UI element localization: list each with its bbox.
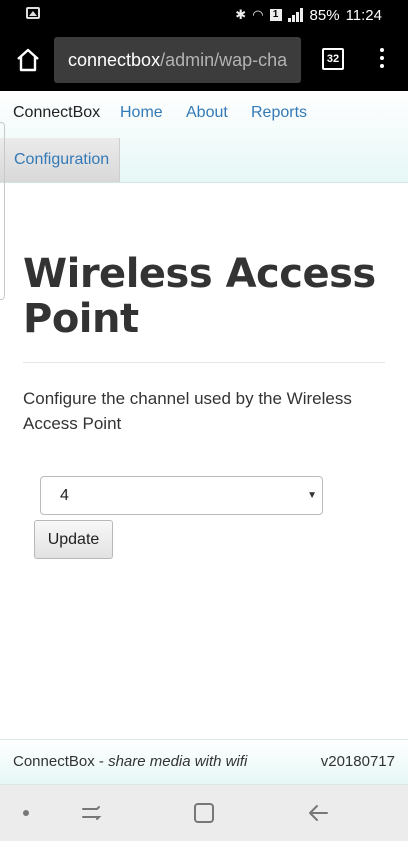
clock: 11:24 — [345, 6, 382, 24]
home-nav-icon[interactable] — [193, 802, 215, 824]
recents-icon[interactable] — [80, 799, 102, 827]
system-nav-bar — [0, 785, 408, 841]
overflow-menu-icon[interactable] — [376, 48, 388, 72]
status-bar: ✱ ◠ 1 85% 11:24 — [0, 0, 408, 30]
url-host: connectbox — [68, 50, 161, 70]
channel-select-value: 4 — [60, 487, 69, 504]
battery-percent: 85% — [309, 6, 340, 24]
site-footer: ConnectBox - share media with wifi v2018… — [0, 739, 408, 785]
nav-link-home[interactable]: Home — [120, 104, 163, 122]
signal-icon — [287, 8, 304, 22]
footer-version: v20180717 — [320, 753, 395, 770]
footer-brand-text: ConnectBox - share media with wifi — [13, 740, 247, 784]
tab-switcher-button[interactable]: 32 — [322, 48, 344, 70]
wifi-icon: ◠ — [252, 7, 264, 22]
nav-link-configuration[interactable]: Configuration — [0, 138, 120, 182]
page-title: Wireless Access Point — [23, 251, 376, 342]
footer-brand: ConnectBox — [13, 753, 95, 770]
nav-link-reports[interactable]: Reports — [251, 104, 307, 122]
nav-dot-icon[interactable] — [23, 810, 29, 816]
url-path: /admin/wap-cha — [160, 50, 288, 70]
bluetooth-icon: ✱ — [235, 7, 247, 22]
title-divider — [23, 362, 385, 363]
update-button[interactable]: Update — [34, 520, 113, 559]
notification-badge: 1 — [269, 9, 282, 21]
url-bar[interactable]: connectbox/admin/wap-cha — [54, 37, 301, 83]
dropdown-arrow-icon: ▼ — [307, 490, 317, 501]
back-icon[interactable] — [306, 801, 330, 825]
channel-select[interactable]: 4 ▼ — [40, 476, 323, 515]
browser-toolbar: connectbox/admin/wap-cha 32 — [0, 30, 408, 91]
page-description: Configure the channel used by the Wirele… — [23, 389, 352, 433]
side-drawer-edge[interactable] — [0, 122, 5, 300]
footer-separator: - — [94, 753, 109, 770]
nav-link-about[interactable]: About — [186, 104, 228, 122]
home-icon[interactable] — [14, 46, 42, 74]
gallery-notification-icon — [26, 7, 40, 19]
navbar-brand[interactable]: ConnectBox — [13, 104, 100, 122]
status-icons: ✱ ◠ 1 85% 11:24 — [235, 0, 382, 30]
footer-tagline: share media with wifi — [108, 753, 248, 770]
